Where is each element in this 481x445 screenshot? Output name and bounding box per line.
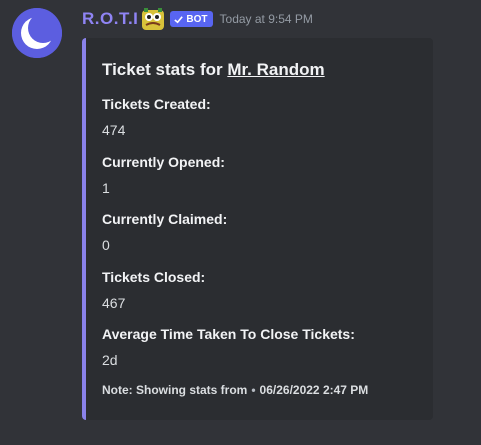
field-name: Tickets Closed: xyxy=(102,269,206,285)
field-name: Currently Claimed: xyxy=(102,211,228,227)
field-value: 467 xyxy=(102,295,126,311)
bot-tag: BOT xyxy=(170,11,213,27)
footer-date: 06/26/2022 2:47 PM xyxy=(259,383,369,397)
username[interactable]: R.O.T.I xyxy=(82,9,138,29)
field-value: 474 xyxy=(102,122,126,138)
field-name: Currently Opened: xyxy=(102,154,225,170)
field-tickets-closed: Tickets Closed: 467 xyxy=(102,267,205,313)
pepe-emoji-icon xyxy=(141,7,165,31)
field-currently-claimed: Currently Claimed: 0 xyxy=(102,209,227,255)
field-name: Average Time Taken To Close Tickets: xyxy=(102,326,355,342)
field-value: 0 xyxy=(102,237,110,253)
embed-title-link[interactable]: Mr. Random xyxy=(227,60,324,79)
field-average-close-time: Average Time Taken To Close Tickets: 2d xyxy=(102,324,355,370)
embed-title: Ticket stats for Mr. Random xyxy=(102,60,325,80)
footer-separator: • xyxy=(251,383,256,397)
checkmark-icon xyxy=(174,15,184,23)
embed: Ticket stats for Mr. Random Tickets Crea… xyxy=(82,38,433,420)
embed-title-prefix: Ticket stats for xyxy=(102,60,228,79)
field-tickets-created: Tickets Created: 474 xyxy=(102,94,211,140)
message-header: R.O.T.I BOT Today at 9:54 PM xyxy=(82,8,313,30)
chat-message: R.O.T.I BOT Today at 9:54 PM Ticket stat… xyxy=(0,0,481,445)
footer-text: Note: Showing stats from xyxy=(102,383,248,397)
crescent-moon-avatar-icon xyxy=(12,8,62,58)
timestamp[interactable]: Today at 9:54 PM xyxy=(220,12,313,26)
field-value: 1 xyxy=(102,180,110,196)
field-value: 2d xyxy=(102,352,118,368)
avatar[interactable] xyxy=(12,8,62,58)
embed-footer: Note: Showing stats from • 06/26/2022 2:47… xyxy=(102,383,368,397)
field-currently-opened: Currently Opened: 1 xyxy=(102,152,225,198)
bot-tag-label: BOT xyxy=(186,13,208,25)
field-name: Tickets Created: xyxy=(102,96,211,112)
